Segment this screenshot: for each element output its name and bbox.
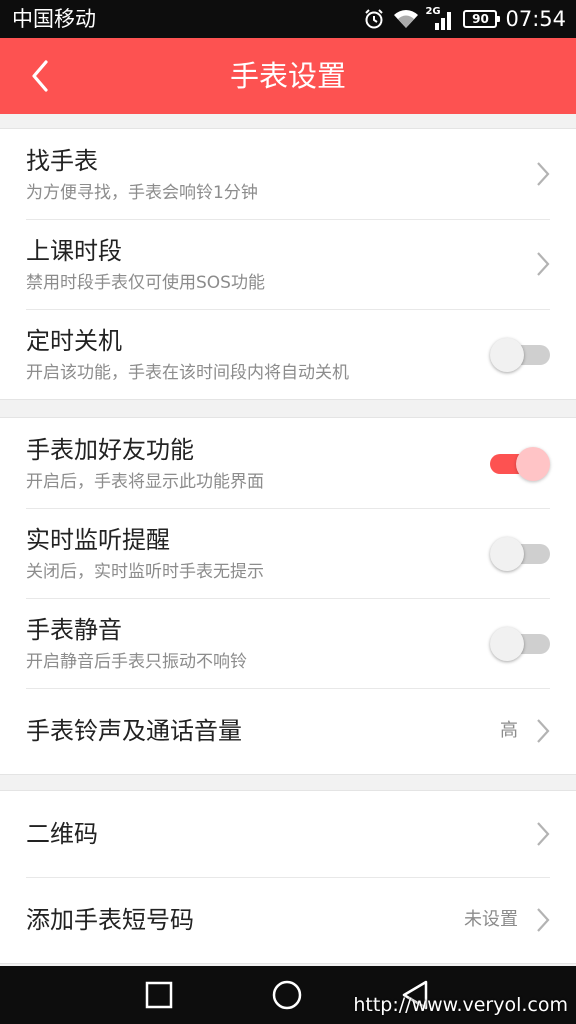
setting-title: 添加手表短号码 <box>26 906 194 934</box>
setting-subtitle: 开启后，手表将显示此功能界面 <box>26 472 264 492</box>
chevron-left-icon <box>32 60 48 92</box>
setting-value: 高 <box>500 720 518 741</box>
recent-apps-icon <box>145 981 173 1009</box>
setting-scheduled-shutdown: 定时关机 开启该功能，手表在该时间段内将自动关机 <box>0 309 576 399</box>
battery-icon: 90 <box>463 10 501 28</box>
setting-qr-code[interactable]: 二维码 <box>0 791 576 877</box>
alarm-icon <box>363 8 385 30</box>
settings-group-1: 找手表 为方便寻找，手表会响铃1分钟 上课时段 禁用时段手表仅可使用SOS功能 … <box>0 128 576 400</box>
home-button[interactable] <box>270 978 304 1012</box>
setting-add-friend: 手表加好友功能 开启后，手表将显示此功能界面 <box>0 418 576 508</box>
setting-title: 手表加好友功能 <box>26 436 194 464</box>
setting-watch-mute: 手表静音 开启静音后手表只振动不响铃 <box>0 598 576 688</box>
scheduled-shutdown-toggle[interactable] <box>490 338 550 372</box>
watch-mute-toggle[interactable] <box>490 627 550 661</box>
chevron-right-icon <box>537 162 550 186</box>
setting-title: 二维码 <box>26 820 98 848</box>
network-type: 2G <box>425 6 441 17</box>
setting-subtitle: 禁用时段手表仅可使用SOS功能 <box>26 273 265 293</box>
setting-title: 找手表 <box>26 147 98 175</box>
settings-group-2: 手表加好友功能 开启后，手表将显示此功能界面 实时监听提醒 关闭后，实时监听时手… <box>0 417 576 775</box>
add-friend-toggle[interactable] <box>490 447 550 481</box>
chevron-right-icon <box>537 908 550 932</box>
clock-time: 07:54 <box>505 7 566 31</box>
chevron-right-icon <box>537 719 550 743</box>
setting-title: 手表静音 <box>26 616 122 644</box>
settings-group-3: 二维码 添加手表短号码 未设置 <box>0 790 576 964</box>
recent-apps-button[interactable] <box>142 978 176 1012</box>
setting-title: 实时监听提醒 <box>26 526 170 554</box>
carrier-name: 中国移动 <box>12 7 96 31</box>
setting-subtitle: 关闭后，实时监听时手表无提示 <box>26 562 264 582</box>
home-icon <box>272 980 302 1010</box>
chevron-right-icon <box>537 252 550 276</box>
watermark-text: http://www.veryol.com <box>353 994 568 1016</box>
setting-monitor-alert: 实时监听提醒 关闭后，实时监听时手表无提示 <box>0 508 576 598</box>
page-title: 手表设置 <box>229 59 346 93</box>
setting-subtitle: 开启静音后手表只振动不响铃 <box>26 652 247 672</box>
navigation-bar: http://www.veryol.com <box>0 966 576 1024</box>
setting-ringtone-volume[interactable]: 手表铃声及通话音量 高 <box>0 688 576 774</box>
chevron-right-icon <box>537 822 550 846</box>
setting-title: 手表铃声及通话音量 <box>26 717 242 745</box>
setting-title: 上课时段 <box>26 237 122 265</box>
setting-short-number[interactable]: 添加手表短号码 未设置 <box>0 877 576 963</box>
setting-value: 未设置 <box>464 909 518 930</box>
setting-class-period[interactable]: 上课时段 禁用时段手表仅可使用SOS功能 <box>0 219 576 309</box>
setting-title: 定时关机 <box>26 327 122 355</box>
wifi-icon <box>393 9 419 29</box>
back-button[interactable] <box>20 56 60 96</box>
setting-subtitle: 开启该功能，手表在该时间段内将自动关机 <box>26 363 349 383</box>
status-bar: 中国移动 2G 90 07:54 <box>0 0 576 38</box>
monitor-alert-toggle[interactable] <box>490 537 550 571</box>
signal-icon: 2G <box>425 6 455 30</box>
title-bar: 手表设置 <box>0 38 576 114</box>
status-icons: 2G 90 07:54 <box>363 5 566 33</box>
setting-subtitle: 为方便寻找，手表会响铃1分钟 <box>26 183 258 203</box>
setting-find-watch[interactable]: 找手表 为方便寻找，手表会响铃1分钟 <box>0 129 576 219</box>
